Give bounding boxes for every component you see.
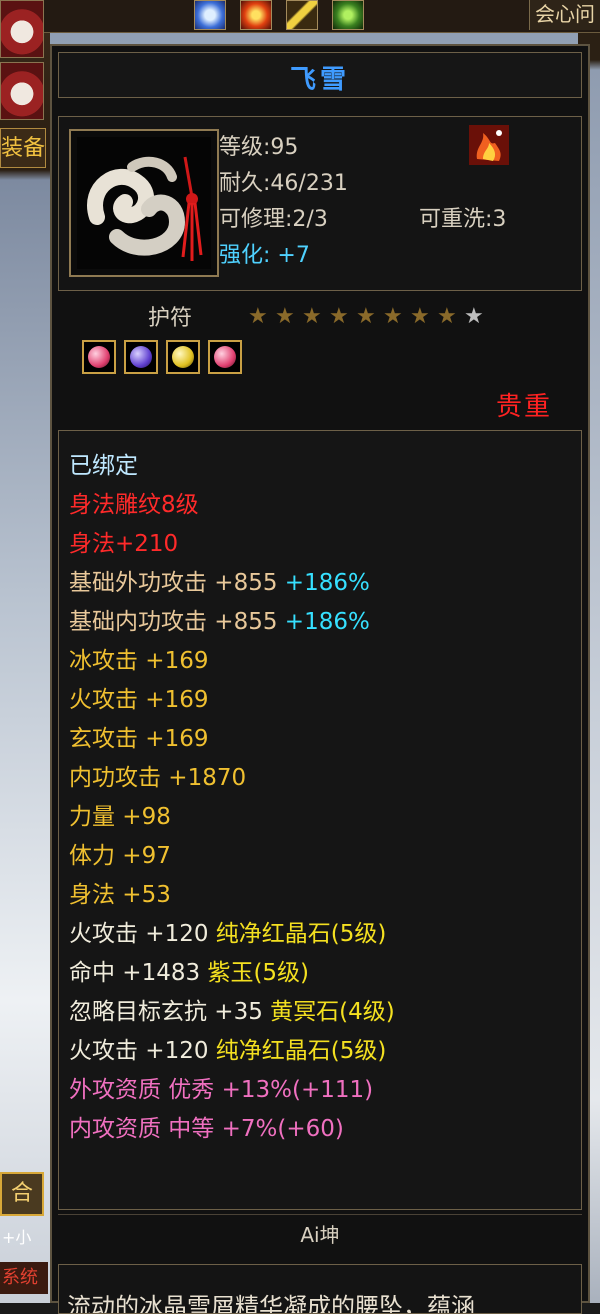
attr-line: 忽略目标玄抗 +35 黄冥石(4级) (69, 997, 395, 1027)
rarity-label: 贵重 (495, 392, 552, 422)
skill-blue-icon[interactable] (194, 0, 226, 30)
gem-section: 护符 ★ ★ ★ ★ ★ ★ ★ ★ ★ 贵重 (58, 296, 582, 422)
top-right-label: 会心问 (529, 0, 600, 30)
attr-value: 火攻击 +120 (69, 921, 209, 947)
gem-name: 纯净红晶石(5级) (215, 1038, 387, 1064)
item-title-box: 飞雪 (58, 52, 582, 98)
attr-line: 玄攻击 +169 (69, 726, 209, 752)
item-info-box: 等级:95 耐久:46/231 可修理:2/3 可重洗:3 强化: +7 (58, 116, 582, 291)
attr-line: 命中 +1483 紫玉(5级) (69, 958, 309, 988)
star-icon: ★ (356, 304, 376, 329)
attr-value: 基础外功攻击 +855 (69, 570, 278, 596)
attributes-box: 已绑定 身法雕纹8级 身法+210 基础外功攻击 +855 +186% 基础内功… (58, 430, 582, 1210)
item-rewashable: 可重洗:3 (419, 207, 507, 232)
item-description: 流动的冰晶雪屑精华凝成的腰坠，蕴涵 (67, 1293, 475, 1314)
item-icon-frame (69, 129, 219, 277)
attr-line: 内攻资质 中等 +7%(+60) (69, 1116, 344, 1142)
star-icon: ★ (302, 304, 322, 329)
attr-percent: +186% (284, 570, 370, 596)
item-repairable: 可修理:2/3 (219, 207, 328, 232)
yellow-gem-icon[interactable] (166, 340, 200, 374)
attr-line: 基础外功攻击 +855 +186% (69, 568, 370, 598)
attr-line: 基础内功攻击 +855 +186% (69, 607, 370, 637)
amulet-icon (77, 137, 211, 269)
item-type: 护符 (148, 306, 193, 331)
attr-line: 火攻击 +120 纯净红晶石(5级) (69, 1036, 386, 1066)
attr-value: 基础内功攻击 +855 (69, 609, 278, 635)
attr-value: 忽略目标玄抗 +35 (69, 999, 263, 1025)
attr-line: 身法+210 (69, 531, 179, 557)
party-avatar-1[interactable] (0, 0, 44, 58)
attr-value: 火攻击 +120 (69, 1038, 209, 1064)
star-icon: ★ (383, 304, 403, 329)
attr-line: 火攻击 +169 (69, 687, 209, 713)
attr-line: 体力 +97 (69, 843, 171, 869)
attr-line: 火攻击 +120 纯净红晶石(5级) (69, 919, 386, 949)
gem-name: 紫玉(5级) (207, 960, 310, 986)
purple-gem-icon[interactable] (124, 340, 158, 374)
equipment-tab[interactable]: 装备 (0, 128, 46, 168)
top-skill-bar: 会心问 (0, 0, 600, 33)
skill-green-icon[interactable] (332, 0, 364, 30)
star-icon: ★ (410, 304, 430, 329)
skill-fire-icon[interactable] (240, 0, 272, 30)
attr-line: 内功攻击 +1870 (69, 765, 247, 791)
attr-line: 已绑定 (69, 453, 138, 479)
description-box: 流动的冰晶雪屑精华凝成的腰坠，蕴涵 (58, 1264, 582, 1314)
gem-name: 纯净红晶石(5级) (215, 921, 387, 947)
star-empty-icon: ★ (464, 304, 484, 329)
party-avatar-2[interactable] (0, 62, 44, 120)
skill-lightning-icon[interactable] (286, 0, 318, 30)
system-tab[interactable]: 系统 (0, 1262, 48, 1294)
item-level: 等级:95 (219, 135, 299, 160)
gem-name: 黄冥石(4级) (270, 999, 395, 1025)
star-icon: ★ (437, 304, 457, 329)
attr-line: 身法 +53 (69, 882, 171, 908)
star-icon: ★ (329, 304, 349, 329)
combine-button[interactable]: 合 (0, 1172, 44, 1216)
attr-line: 外攻资质 优秀 +13%(+111) (69, 1077, 374, 1103)
item-enhance: 强化: +7 (219, 243, 310, 268)
star-icon: ★ (248, 304, 268, 329)
left-scene-strip (0, 0, 50, 1303)
attr-value: 命中 +1483 (69, 960, 201, 986)
fire-badge-icon (469, 125, 509, 165)
left-small-text: +小 (2, 1228, 32, 1247)
attr-line: 身法雕纹8级 (69, 492, 199, 518)
pink-gem-icon[interactable] (208, 340, 242, 374)
attr-percent: +186% (284, 609, 370, 635)
star-rating: ★ ★ ★ ★ ★ ★ ★ ★ ★ (248, 304, 491, 329)
item-tooltip: 飞雪 等级:95 耐久:46/231 可修理:2/3 可重洗:3 强化: +7 (50, 44, 590, 1314)
item-durability: 耐久:46/231 (219, 171, 348, 196)
owner-name: Ai坤 (58, 1214, 582, 1255)
attr-line: 力量 +98 (69, 804, 171, 830)
attr-line: 冰攻击 +169 (69, 648, 209, 674)
item-name: 飞雪 (289, 65, 350, 95)
pink-gem-icon[interactable] (82, 340, 116, 374)
star-icon: ★ (275, 304, 295, 329)
